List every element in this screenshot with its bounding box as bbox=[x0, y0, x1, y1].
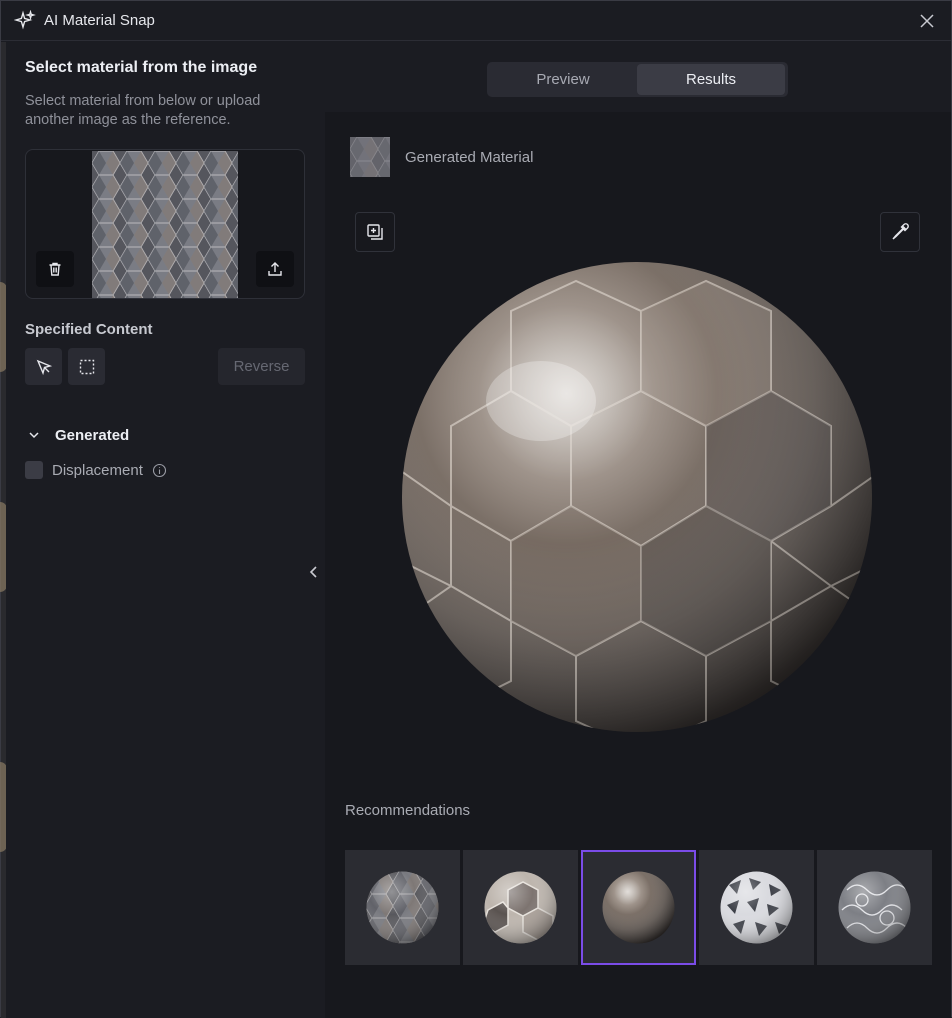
add-to-library-button[interactable] bbox=[355, 212, 395, 252]
box-select-tool[interactable] bbox=[68, 348, 105, 385]
displacement-label: Displacement bbox=[52, 461, 143, 479]
select-material-hint: Select material from below or upload ano… bbox=[25, 93, 261, 128]
view-switch-header: Preview Results bbox=[325, 42, 951, 112]
select-material-heading: Select material from the image bbox=[25, 59, 258, 76]
close-icon bbox=[920, 14, 934, 28]
upload-icon bbox=[268, 262, 282, 276]
sparkle-icon bbox=[13, 9, 36, 32]
generated-material-label: Generated Material bbox=[405, 149, 534, 166]
generated-material-thumbnail bbox=[350, 137, 390, 177]
left-panel: Select material from the image Select ma… bbox=[6, 42, 325, 1018]
recommendation-item-selected[interactable] bbox=[581, 850, 696, 965]
upload-image-button[interactable] bbox=[256, 251, 294, 287]
material-preview-sphere[interactable] bbox=[401, 261, 873, 733]
window-title: AI Material Snap bbox=[44, 12, 155, 29]
title-bar: AI Material Snap bbox=[1, 1, 951, 41]
displacement-checkbox[interactable] bbox=[25, 461, 43, 479]
trash-icon bbox=[49, 262, 61, 276]
displacement-option[interactable]: Displacement bbox=[25, 461, 167, 479]
recommendation-item[interactable] bbox=[817, 850, 932, 965]
reverse-button[interactable]: Reverse bbox=[218, 348, 305, 385]
recommendation-item[interactable] bbox=[463, 850, 578, 965]
right-panel: Preview Results Generated Material Recom… bbox=[325, 42, 951, 1018]
recommendation-item[interactable] bbox=[345, 850, 460, 965]
view-tabs: Preview Results bbox=[487, 62, 788, 97]
reference-image[interactable] bbox=[92, 151, 238, 298]
delete-image-button[interactable] bbox=[36, 251, 74, 287]
reference-image-box[interactable] bbox=[25, 149, 305, 299]
chevron-left-icon bbox=[309, 566, 317, 578]
recommendations-heading: Recommendations bbox=[345, 802, 471, 819]
generated-section-toggle[interactable]: Generated bbox=[25, 426, 129, 444]
close-button[interactable] bbox=[915, 9, 939, 33]
add-to-library-icon bbox=[367, 224, 383, 240]
specified-content-heading: Specified Content bbox=[25, 321, 153, 338]
marquee-select-icon bbox=[79, 359, 94, 374]
point-select-tool[interactable] bbox=[25, 348, 62, 385]
eyedropper-button[interactable] bbox=[880, 212, 920, 252]
info-icon bbox=[152, 463, 166, 477]
collapse-panel-button[interactable] bbox=[306, 562, 322, 582]
chevron-down-icon bbox=[29, 432, 39, 439]
tab-results[interactable]: Results bbox=[637, 64, 785, 95]
recommendation-item[interactable] bbox=[699, 850, 814, 965]
generated-label: Generated bbox=[55, 426, 130, 444]
eyedropper-icon bbox=[892, 223, 909, 240]
cursor-icon bbox=[36, 359, 52, 375]
material-snap-window: AI Material Snap Select material from th… bbox=[0, 0, 952, 1018]
tab-preview[interactable]: Preview bbox=[489, 64, 637, 95]
